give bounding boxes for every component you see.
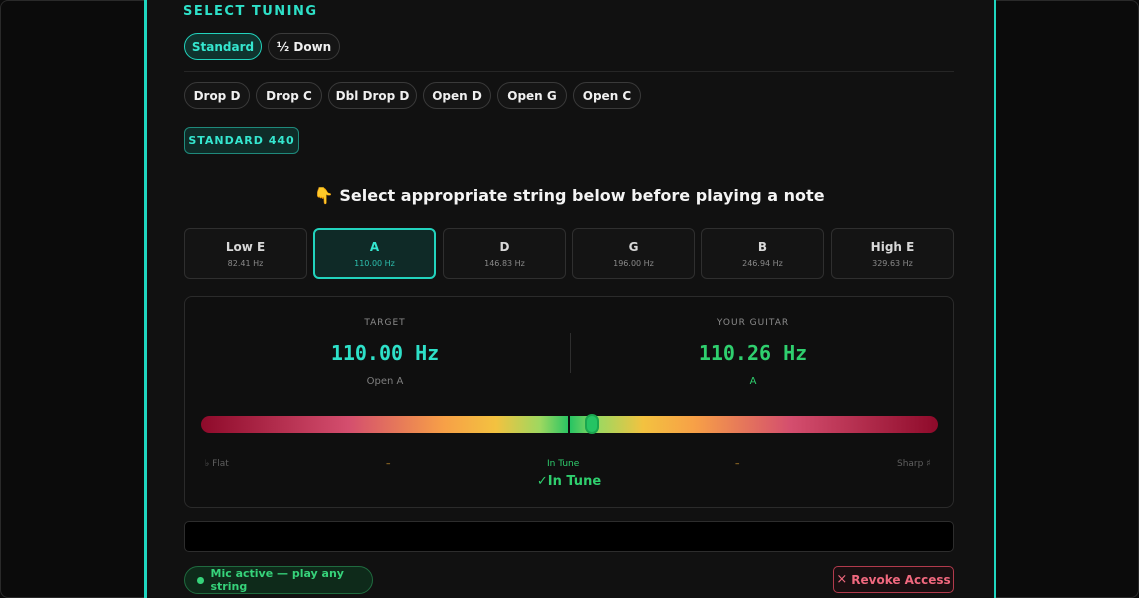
revoke-access-label: Revoke Access bbox=[851, 572, 951, 587]
target-label: TARGET bbox=[364, 318, 406, 328]
tuner-meter: TARGET 110.00 Hz Open A YOUR GUITAR 110.… bbox=[184, 296, 954, 508]
scale-dash-right: – bbox=[735, 459, 740, 469]
center-marker bbox=[568, 413, 570, 433]
string-name: D bbox=[499, 239, 510, 254]
string-frequency: 146.83 Hz bbox=[484, 258, 525, 268]
target-note: Open A bbox=[366, 376, 404, 387]
mic-active-dot-icon bbox=[197, 576, 204, 584]
tuning-dbl-drop-d-button[interactable]: Dbl Drop D bbox=[328, 82, 417, 109]
revoke-access-button[interactable]: × Revoke Access bbox=[833, 566, 954, 593]
tuning-status: ✓In Tune bbox=[536, 474, 602, 489]
divider bbox=[184, 71, 954, 72]
scale-center-label: In Tune bbox=[547, 459, 580, 469]
tuning-drop-d-button[interactable]: Drop D bbox=[184, 82, 250, 109]
string-frequency: 82.41 Hz bbox=[227, 258, 264, 268]
tuning-half-down-button[interactable]: ½ Down bbox=[268, 33, 340, 60]
pointing-down-icon: 👇 bbox=[313, 186, 334, 205]
tuning-standard-button[interactable]: Standard bbox=[184, 33, 262, 60]
string-name: High E bbox=[870, 239, 915, 254]
string-name: Low E bbox=[225, 239, 266, 254]
target-frequency: 110.00 Hz bbox=[330, 341, 440, 365]
string-instruction: 👇 Select appropriate string below before … bbox=[184, 186, 954, 205]
string-button-g[interactable]: G 196.00 Hz bbox=[572, 228, 695, 279]
string-frequency: 196.00 Hz bbox=[613, 258, 654, 268]
column-separator bbox=[570, 333, 571, 373]
string-button-low-e[interactable]: Low E 82.41 Hz bbox=[184, 228, 307, 279]
instruction-text: Select appropriate string below before p… bbox=[339, 186, 825, 205]
string-frequency: 329.63 Hz bbox=[872, 258, 913, 268]
close-icon: × bbox=[836, 572, 848, 587]
scale-flat-label: ♭ Flat bbox=[205, 459, 229, 469]
string-button-b[interactable]: B 246.94 Hz bbox=[701, 228, 824, 279]
mic-status-badge: Mic active — play any string bbox=[184, 566, 373, 594]
tuning-open-g-button[interactable]: Open G bbox=[497, 82, 567, 109]
scale-dash-left: – bbox=[386, 459, 391, 469]
guitar-note: A bbox=[749, 376, 757, 387]
tuning-preset-badge: STANDARD 440 bbox=[184, 127, 299, 154]
pitch-needle bbox=[584, 414, 599, 434]
string-button-a[interactable]: A 110.00 Hz bbox=[313, 228, 436, 279]
string-name: B bbox=[757, 239, 768, 254]
tuning-open-c-button[interactable]: Open C bbox=[573, 82, 641, 109]
string-button-high-e[interactable]: High E 329.63 Hz bbox=[831, 228, 954, 279]
string-name: G bbox=[628, 239, 639, 254]
string-button-d[interactable]: D 146.83 Hz bbox=[443, 228, 566, 279]
section-title: SELECT TUNING bbox=[183, 4, 318, 19]
tuning-open-d-button[interactable]: Open D bbox=[423, 82, 491, 109]
tuning-drop-c-button[interactable]: Drop C bbox=[256, 82, 322, 109]
guitar-frequency: 110.26 Hz bbox=[698, 341, 808, 365]
waveform-display bbox=[184, 521, 954, 552]
scale-sharp-label: Sharp ♯ bbox=[897, 459, 931, 469]
string-name: A bbox=[369, 239, 380, 254]
guitar-label: YOUR GUITAR bbox=[716, 318, 790, 328]
string-frequency: 110.00 Hz bbox=[354, 258, 395, 268]
mic-status-text: Mic active — play any string bbox=[210, 567, 344, 593]
string-frequency: 246.94 Hz bbox=[742, 258, 783, 268]
